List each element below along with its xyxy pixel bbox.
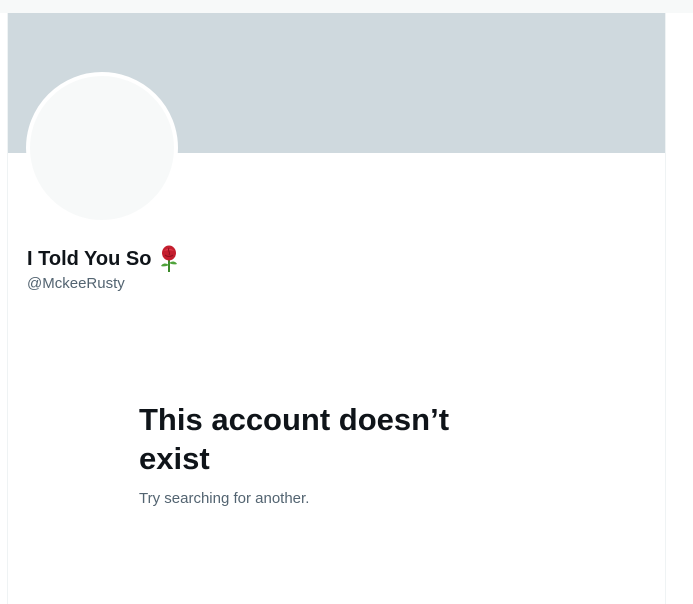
profile-name: I Told You So — [27, 245, 179, 273]
display-name-text: I Told You So — [27, 247, 152, 270]
profile-handle: @MckeeRusty — [27, 275, 125, 292]
rose-icon — [159, 245, 179, 273]
profile-column: I Told You So @MckeeRusty This account d… — [7, 13, 666, 604]
page: I Told You So @MckeeRusty This account d… — [0, 0, 693, 604]
top-bar — [0, 0, 693, 13]
avatar — [26, 72, 178, 224]
empty-state-title: This account doesn’t exist — [139, 402, 450, 476]
empty-state-subtitle: Try searching for another. — [139, 490, 310, 507]
empty-state: This account doesn’t exist Try searching… — [139, 400, 519, 507]
